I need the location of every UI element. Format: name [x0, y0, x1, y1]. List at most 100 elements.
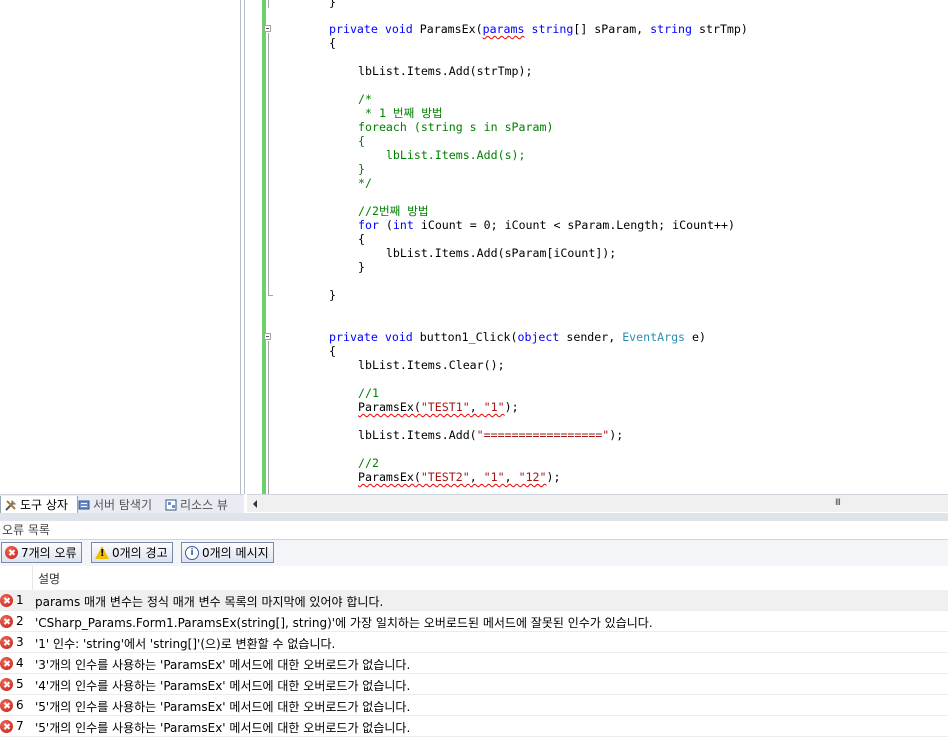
code-line[interactable]: ParamsEx("TEST2", "1", "12");: [358, 470, 560, 484]
error-description: params 매개 변수는 정식 매개 변수 목록의 마지막에 있어야 합니다.: [35, 595, 384, 609]
code-line[interactable]: /*: [358, 92, 372, 106]
code-line[interactable]: for (int iCount = 0; iCount < sParam.Len…: [358, 218, 735, 232]
code-editor[interactable]: } private void ParamsEx(params string[] s…: [244, 0, 948, 494]
error-row[interactable]: 6 '5'개의 인수를 사용하는 'ParamsEx' 메서드에 대한 오버로드…: [0, 695, 948, 716]
code-token: e): [685, 330, 706, 344]
error-row[interactable]: 3 '1' 인수: 'string'에서 'string[]'(으)로 변환할 …: [0, 632, 948, 653]
code-token: (: [378, 218, 393, 232]
column-separator[interactable]: [32, 566, 33, 590]
code-line[interactable]: }: [358, 260, 365, 274]
code-token: string: [531, 22, 574, 36]
code-token: /*: [358, 92, 372, 106]
code-token: EventArgs: [622, 330, 686, 344]
code-line[interactable]: lbList.Items.Clear();: [358, 358, 505, 372]
error-icon: [0, 594, 13, 607]
warnings-filter-button[interactable]: 0개의 경고: [91, 542, 173, 563]
code-token: int: [392, 218, 414, 232]
server-explorer-icon: [77, 498, 91, 512]
code-token: );: [609, 428, 624, 442]
tab-resource-view[interactable]: 리소스 뷰: [161, 496, 231, 513]
errors-filter-label: 7개의 오류: [21, 546, 77, 560]
tab-toolbox[interactable]: 도구 상자: [0, 496, 78, 514]
outline-end: [268, 295, 273, 296]
code-line[interactable]: //2: [358, 456, 379, 470]
change-tracking-margin: [262, 0, 266, 494]
code-line[interactable]: //2번째 방법: [358, 204, 429, 218]
outline-line: [268, 341, 269, 494]
code-line[interactable]: {: [329, 344, 336, 358]
code-token: {: [329, 344, 336, 358]
error-row[interactable]: 2 'CSharp_Params.Form1.ParamsEx(string[]…: [0, 611, 948, 632]
error-list-toolbar: 7개의 오류 0개의 경고 i 0개의 메시지: [0, 540, 948, 567]
scroll-left-icon[interactable]: [253, 500, 257, 508]
error-row[interactable]: 1 params 매개 변수는 정식 매개 변수 목록의 마지막에 있어야 합니…: [0, 590, 948, 611]
code-line[interactable]: {: [329, 36, 336, 50]
collapse-method-icon[interactable]: [264, 333, 271, 340]
error-number: 5: [16, 677, 24, 691]
error-icon: [0, 657, 13, 670]
code-line[interactable]: */: [358, 176, 372, 190]
code-token: {: [329, 36, 336, 50]
code-token: "=================": [476, 428, 610, 442]
code-line[interactable]: lbList.Items.Add(strTmp);: [358, 64, 533, 78]
collapse-method-icon[interactable]: [264, 25, 271, 32]
code-token: "TEST2": [420, 470, 470, 484]
errors-filter-button[interactable]: 7개의 오류: [1, 542, 82, 563]
editor-horizontal-scrollbar[interactable]: III: [247, 494, 948, 512]
code-line[interactable]: {: [358, 232, 365, 246]
code-line[interactable]: lbList.Items.Add(s);: [358, 148, 526, 162]
code-token: //2번째 방법: [358, 204, 429, 218]
code-line[interactable]: private void ParamsEx(params string[] sP…: [329, 22, 748, 36]
warning-icon: [95, 546, 109, 559]
code-token: void: [384, 330, 413, 344]
code-line[interactable]: }: [358, 162, 365, 176]
code-token: foreach (string s in sParam): [358, 120, 554, 134]
error-description: '5'개의 인수를 사용하는 'ParamsEx' 메서드에 대한 오버로드가 …: [35, 700, 411, 714]
info-icon: i: [185, 545, 199, 560]
code-line[interactable]: lbList.Items.Add(sParam[iCount]);: [358, 246, 616, 260]
code-token: );: [546, 470, 561, 484]
panel-splitter[interactable]: [0, 513, 948, 521]
code-token: ,: [469, 470, 484, 484]
code-token: "TEST1": [420, 400, 470, 414]
error-number: 3: [16, 635, 24, 649]
code-line[interactable]: * 1 번째 방법: [358, 106, 443, 120]
code-line[interactable]: lbList.Items.Add("=================");: [358, 428, 623, 442]
toolbox-icon: [4, 498, 18, 512]
code-token: lbList.Items.Clear();: [358, 358, 505, 372]
code-line[interactable]: private void button1_Click(object sender…: [329, 330, 706, 344]
code-line[interactable]: {: [358, 134, 365, 148]
code-token: }: [329, 288, 336, 302]
error-row[interactable]: 5 '4'개의 인수를 사용하는 'ParamsEx' 메서드에 대한 오버로드…: [0, 674, 948, 695]
code-token: void: [384, 22, 413, 36]
error-number: 4: [16, 656, 24, 670]
outline-line: [268, 33, 269, 295]
error-description: '1' 인수: 'string'에서 'string[]'(으)로 변환할 수 …: [35, 637, 336, 651]
code-line[interactable]: foreach (string s in sParam): [358, 120, 553, 134]
code-line[interactable]: }: [329, 288, 336, 302]
code-line[interactable]: //1: [358, 386, 379, 400]
code-line[interactable]: }: [329, 0, 336, 9]
tab-server-explorer[interactable]: 서버 탐색기: [74, 496, 155, 513]
scrollbar-grip[interactable]: III: [835, 498, 841, 508]
error-number: 2: [16, 614, 24, 628]
tool-window-tabs: 도구 상자 서버 탐색기 리소스 뷰: [0, 494, 244, 514]
code-token: {: [358, 134, 365, 148]
code-line[interactable]: ParamsEx("TEST1", "1");: [358, 400, 519, 414]
code-token: private: [329, 330, 378, 344]
error-icon: [5, 546, 18, 559]
error-row[interactable]: 4 '3'개의 인수를 사용하는 'ParamsEx' 메서드에 대한 오버로드…: [0, 653, 948, 674]
code-token: */: [358, 176, 372, 190]
column-header-description[interactable]: 설명: [38, 570, 60, 587]
messages-filter-button[interactable]: i 0개의 메시지: [181, 542, 274, 563]
code-token: ParamsEx(: [358, 470, 421, 484]
error-list-rows: 1 params 매개 변수는 정식 매개 변수 목록의 마지막에 있어야 합니…: [0, 590, 948, 743]
resource-view-icon: [164, 498, 178, 512]
error-description: '5'개의 인수를 사용하는 'ParamsEx' 메서드에 대한 오버로드가 …: [35, 721, 411, 735]
code-token: "1": [483, 470, 505, 484]
error-row[interactable]: 7 '5'개의 인수를 사용하는 'ParamsEx' 메서드에 대한 오버로드…: [0, 716, 948, 737]
code-token: "12": [518, 470, 547, 484]
code-token: iCount = 0; iCount < sParam.Length; iCou…: [413, 218, 735, 232]
